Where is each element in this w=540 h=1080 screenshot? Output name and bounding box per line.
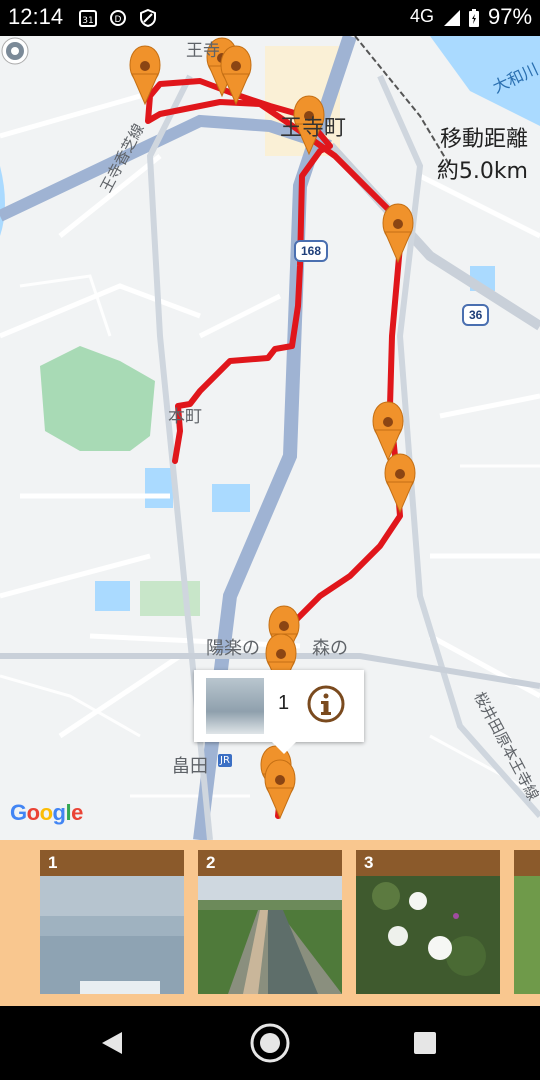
- road-shield-168: 168: [294, 240, 329, 262]
- map-label-ou: 王寺: [186, 41, 220, 61]
- info-photo-count: 1: [278, 692, 290, 714]
- svg-text:31: 31: [82, 16, 93, 26]
- svg-text:D: D: [115, 15, 122, 25]
- photo-number: 2: [198, 850, 342, 876]
- distance-overlay: 移動距離 約5.0km: [437, 124, 528, 188]
- photo-number: 1: [40, 850, 184, 876]
- info-thumbnail[interactable]: [206, 678, 264, 734]
- signal-icon: [444, 10, 460, 26]
- home-icon[interactable]: [245, 1018, 295, 1068]
- photo-strip[interactable]: 1 2 3: [0, 840, 540, 1006]
- photo-card[interactable]: 1: [40, 850, 184, 994]
- photo-card[interactable]: 2: [198, 850, 342, 994]
- distance-value: 約5.0km: [436, 159, 528, 184]
- photo-card[interactable]: 3: [356, 850, 500, 994]
- pond: [212, 484, 250, 512]
- map-view[interactable]: 王寺 王寺町 本町 王寺香芝線 大和川 陽楽の 森の 畠田 JR 桜井田原本王寺…: [0, 36, 540, 840]
- map-label-honmachi: 本町: [168, 407, 202, 427]
- battery-percent: 97%: [488, 4, 533, 29]
- photo-number: 3: [356, 850, 500, 876]
- calendar-icon: 31: [79, 10, 97, 27]
- google-logo: Google: [10, 800, 83, 825]
- network-type: 4G: [410, 6, 435, 26]
- battery-icon: [469, 9, 479, 27]
- photo-thumbnail[interactable]: [356, 876, 500, 994]
- status-bar: 12:14 31 D 4G 97%: [0, 0, 540, 36]
- photo-thumbnail[interactable]: [514, 876, 540, 994]
- map-label-ouji-cho: 王寺町: [280, 116, 347, 141]
- photo-card[interactable]: [514, 850, 540, 994]
- map-label-yoraku: 陽楽の: [206, 638, 260, 659]
- recents-icon[interactable]: [400, 1018, 450, 1068]
- info-icon[interactable]: [306, 684, 346, 724]
- pond: [145, 468, 173, 508]
- photo-thumbnail[interactable]: [198, 876, 342, 994]
- data-saver-icon: D: [110, 10, 126, 26]
- jr-station-icon: JR: [218, 754, 232, 767]
- marker-info-window[interactable]: 1: [194, 670, 364, 754]
- map-label-mori: 森の: [312, 638, 348, 659]
- shield-icon: [140, 8, 156, 28]
- location-dot-icon[interactable]: [0, 36, 30, 66]
- photo-thumbnail[interactable]: [40, 876, 184, 994]
- navigation-bar: [0, 1006, 540, 1080]
- back-icon[interactable]: [88, 1018, 138, 1068]
- status-time: 12:14: [8, 4, 64, 29]
- distance-label: 移動距離: [439, 127, 528, 152]
- map-label-hatakeda: 畠田: [172, 756, 208, 777]
- road-shield-36: 36: [462, 304, 490, 326]
